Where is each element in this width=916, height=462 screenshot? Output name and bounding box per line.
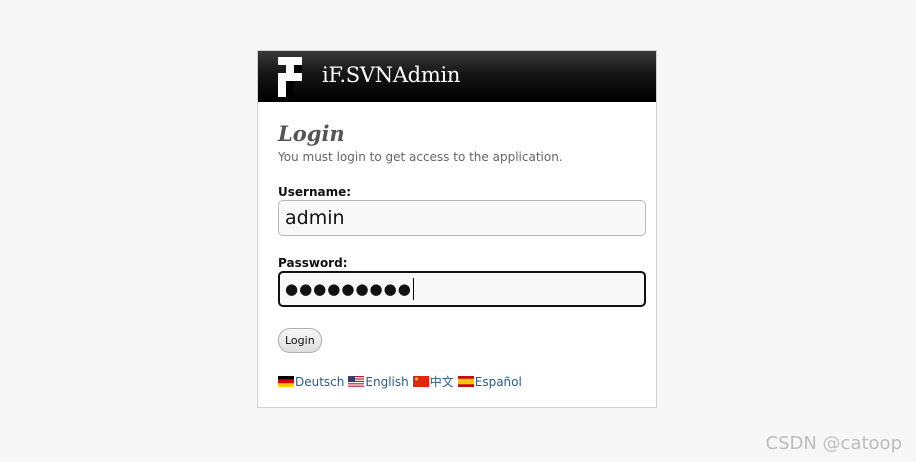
page-title: Login [278,121,345,146]
language-selector: Deutsch English 中文 Español [278,373,644,390]
cn-flag-icon [412,376,429,387]
login-button[interactable]: Login [278,328,322,353]
password-input[interactable]: ●●●●●●●●● [278,271,646,307]
login-panel: iF.SVNAdmin Login You must login to get … [257,50,657,408]
de-flag-icon [278,376,294,387]
language-label: Deutsch [295,375,345,389]
username-label: Username: [278,185,352,199]
language-label: Español [474,375,522,389]
language-link-espanol[interactable]: Español [457,375,522,389]
us-flag-icon [348,376,365,387]
login-form: Login You must login to get access to th… [258,102,656,390]
language-label: 中文 [429,375,454,389]
language-label: English [365,375,409,389]
login-subtitle: You must login to get access to the appl… [278,150,563,164]
app-title: iF.SVNAdmin [322,63,461,87]
app-header: iF.SVNAdmin [258,51,656,102]
app-logo-icon [278,57,302,97]
language-link-deutsch[interactable]: Deutsch [278,375,344,389]
language-link-chinese[interactable]: 中文 [412,375,454,389]
password-label: Password: [278,256,348,270]
watermark-text: CSDN @catoop [765,433,902,454]
password-mask: ●●●●●●●●● [285,280,412,298]
username-input[interactable] [278,200,646,236]
language-link-english[interactable]: English [348,375,409,389]
text-caret [412,277,414,300]
es-flag-icon [457,376,474,387]
